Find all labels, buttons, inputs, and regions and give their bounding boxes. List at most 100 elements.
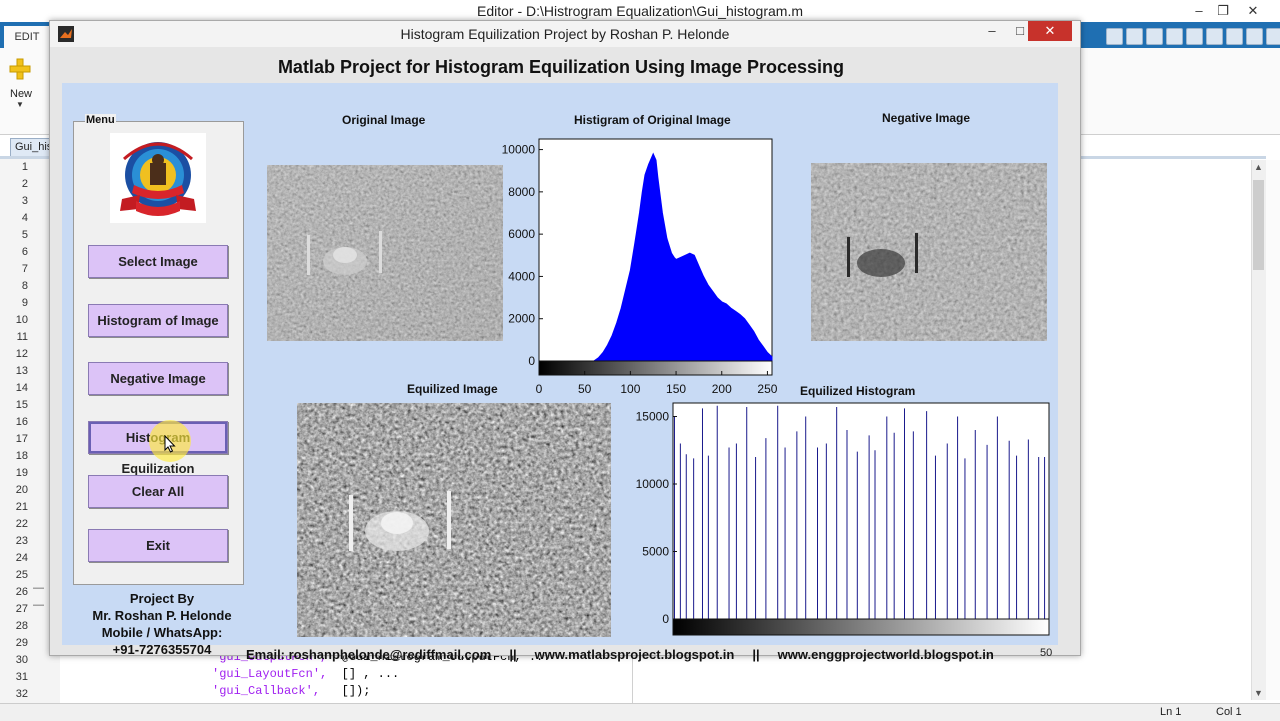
y-tick-label: 8000 (508, 185, 535, 199)
credits-line: Project By (129, 591, 195, 606)
grayscale-bar (672, 618, 1050, 636)
y-tick-label: 4000 (508, 269, 535, 283)
original-image-title: Original Image (342, 113, 426, 127)
line-number: 16 (15, 416, 28, 428)
y-tick-label: 15000 (636, 410, 670, 424)
exit-button[interactable]: Exit (88, 529, 228, 562)
new-file-icon[interactable] (9, 58, 31, 80)
line-number: 28 (15, 620, 28, 632)
switch-window-icon[interactable] (1226, 28, 1243, 45)
y-tick-label: 6000 (508, 227, 535, 241)
scrollbar-thumb[interactable] (1253, 180, 1264, 270)
figure-close-button[interactable]: ✕ (1028, 21, 1072, 41)
code-line[interactable]: 'gui_Callback', []); (212, 684, 370, 698)
line-number: 30 (15, 654, 28, 666)
figure-window: Histogram Equilization Project by Roshan… (49, 20, 1081, 662)
line-number: 20 (15, 484, 28, 496)
original-image (267, 165, 503, 341)
fold-marker[interactable]: — (33, 582, 44, 594)
equalized-histogram-title: Equilized Histogram (800, 384, 916, 398)
new-button-label[interactable]: New (10, 88, 32, 100)
x-tick-label: 150 (666, 382, 686, 396)
y-tick-label: 10000 (636, 477, 670, 491)
negative-image-title: Negative Image (882, 111, 971, 125)
negative-image-button[interactable]: Negative Image (88, 362, 228, 395)
save-icon[interactable] (1106, 28, 1123, 45)
x-tick-label: 200 (712, 382, 732, 396)
editor-restore-button[interactable]: ❐ (1212, 2, 1234, 19)
line-number: 32 (15, 688, 28, 700)
line-number: 24 (15, 552, 28, 564)
line-number: 22 (15, 518, 28, 530)
undo-icon[interactable] (1186, 28, 1203, 45)
quick-access-toolbar (1106, 28, 1280, 45)
line-number: 15 (15, 399, 28, 411)
line-number: 14 (15, 382, 28, 394)
line-number: 7 (21, 263, 28, 275)
y-tick-label: 0 (662, 612, 669, 626)
y-tick-label: 5000 (642, 545, 669, 559)
credits-line: Mobile / WhatsApp: (101, 625, 223, 640)
line-number: 25 (15, 569, 28, 581)
editor-close-button[interactable]: ✕ (1242, 2, 1264, 19)
brand-logo (110, 133, 206, 223)
editor-minimize-button[interactable]: – (1188, 2, 1210, 19)
histogram-title: Histigram of Original Image (574, 113, 731, 127)
tab-edit[interactable]: EDIT (4, 26, 50, 48)
copy-icon[interactable] (1146, 28, 1163, 45)
mouse-cursor-icon (164, 435, 176, 453)
fold-marker[interactable]: — (33, 599, 44, 611)
line-number: 3 (21, 195, 28, 207)
y-tick-label: 0 (528, 354, 535, 368)
figure-minimize-button[interactable]: – (978, 21, 1006, 41)
redo-icon[interactable] (1206, 28, 1223, 45)
page-title: Matlab Project for Histogram Equilizatio… (277, 57, 845, 77)
y-tick-label: 10000 (502, 143, 536, 157)
line-number: 11 (16, 331, 28, 343)
figure-body: Matlab Project for Histogram Equilizatio… (50, 47, 1080, 662)
equalized-image (297, 403, 611, 637)
message-bar (1266, 160, 1280, 700)
original-histogram-chart: 0 2000 4000 6000 8000 10000 0 50 100 150 200 250 (502, 138, 778, 396)
editor-window-title: Editor - D:\Histrogram Equalization\Gui_… (476, 3, 803, 19)
options-icon[interactable] (1266, 28, 1280, 45)
paste-icon[interactable] (1166, 28, 1183, 45)
chevron-down-icon[interactable]: ▼ (16, 100, 24, 109)
credits-line: Mr. Roshan P. Helonde (92, 608, 232, 623)
status-column: Col 1 (1216, 706, 1242, 718)
line-number: 27 (15, 603, 28, 615)
status-line: Ln 1 (1160, 706, 1182, 718)
line-number: 6 (21, 246, 28, 258)
line-number: 18 (15, 450, 28, 462)
scroll-up-icon[interactable]: ▲ (1254, 162, 1263, 172)
credits-line: +91-7276355704 (112, 642, 212, 657)
scroll-down-icon[interactable]: ▼ (1254, 688, 1263, 698)
y-tick-label: 2000 (508, 312, 535, 326)
line-number: 23 (15, 535, 28, 547)
equalized-histogram-chart: 0 5000 10000 15000 (636, 402, 1050, 636)
line-number: 26 (15, 586, 28, 598)
menu-panel-title: Menu (85, 114, 116, 126)
line-number: 19 (15, 467, 28, 479)
figure-title-bar[interactable]: Histogram Equilization Project by Roshan… (50, 21, 1080, 47)
line-number: 8 (21, 280, 28, 292)
select-image-button[interactable]: Select Image (88, 245, 228, 278)
line-number: 12 (15, 348, 28, 360)
line-number: 4 (21, 212, 28, 224)
code-line[interactable]: 'gui_LayoutFcn', [] , ... (212, 667, 399, 681)
x-tick-label: 100 (620, 382, 640, 396)
x-tick-label: 250 (757, 382, 777, 396)
clipped-tick-label: 50 (1040, 647, 1053, 659)
line-number: 2 (21, 178, 28, 190)
line-number: 17 (15, 433, 28, 445)
grayscale-bar (538, 360, 773, 376)
line-number: 31 (15, 671, 28, 683)
help-icon[interactable] (1246, 28, 1263, 45)
clear-all-button[interactable]: Clear All (88, 475, 228, 508)
cut-icon[interactable] (1126, 28, 1143, 45)
figure-window-title: Histogram Equilization Project by Roshan… (400, 26, 730, 42)
x-tick-label: 50 (578, 382, 592, 396)
line-number: 21 (15, 501, 28, 513)
negative-image (811, 163, 1047, 341)
histogram-of-image-button[interactable]: Histogram of Image (88, 304, 228, 337)
